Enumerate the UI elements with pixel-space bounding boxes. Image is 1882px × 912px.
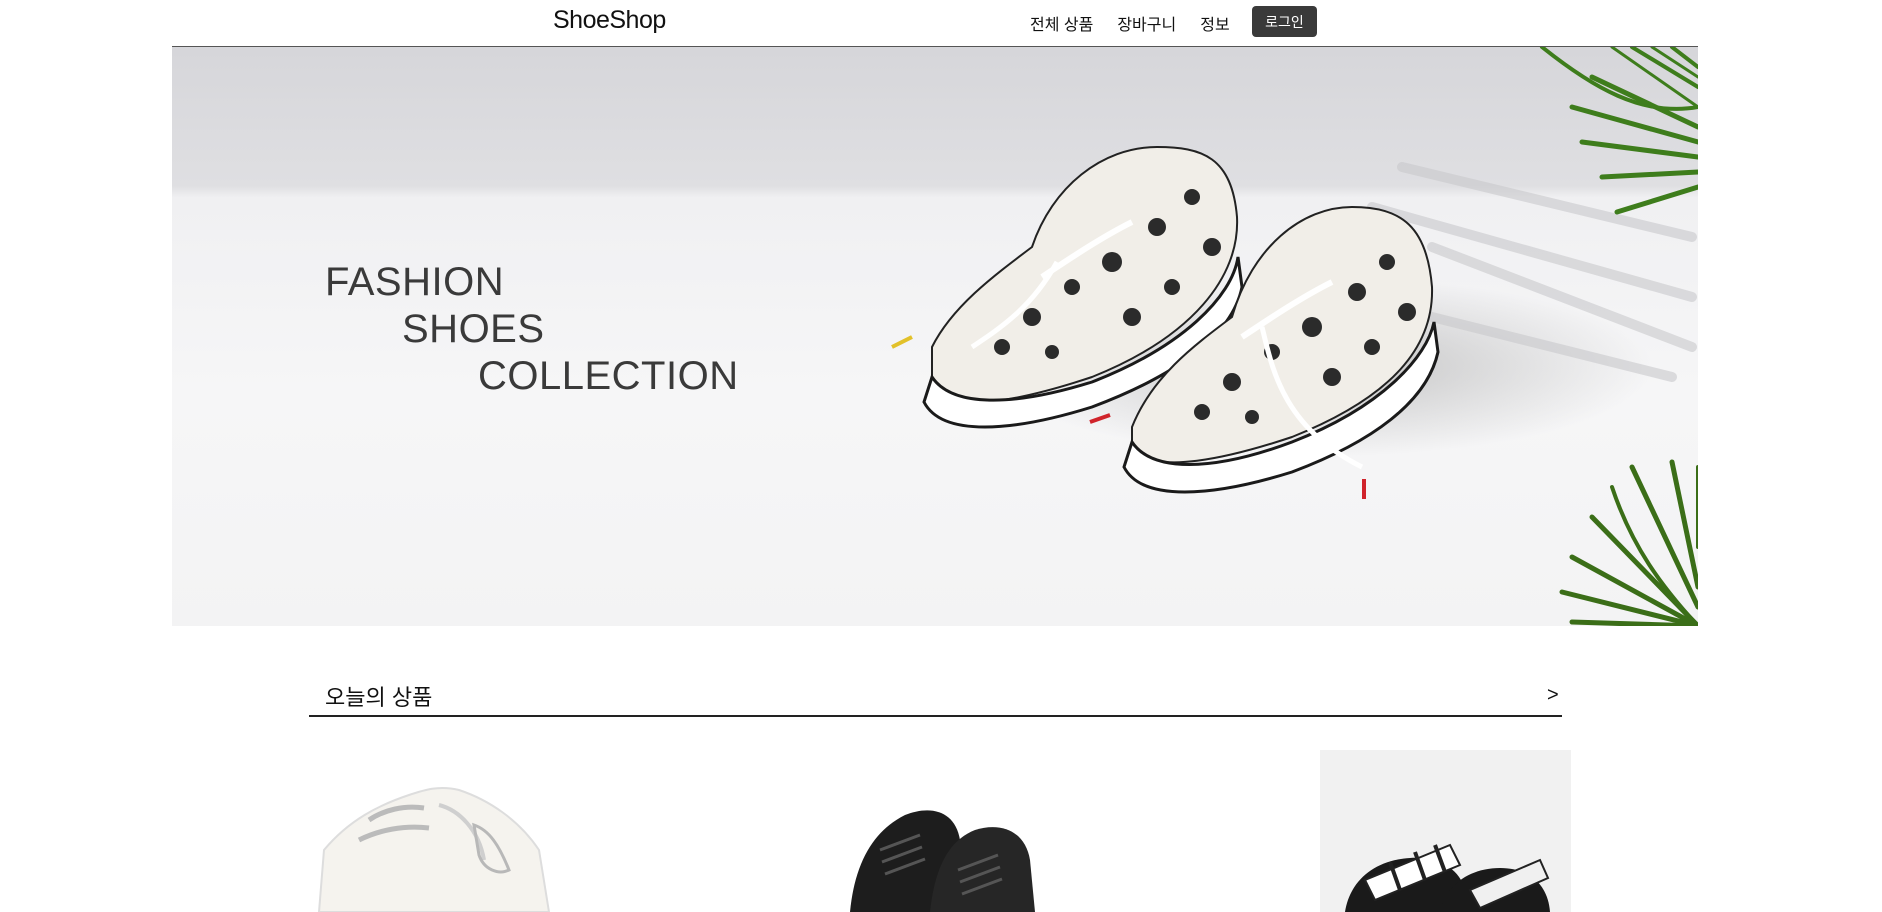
nav-info[interactable]: 정보 [1200, 11, 1229, 35]
slide-sandal-image [1345, 843, 1550, 912]
black-leather-shoe-image [850, 810, 1035, 912]
product-card-3[interactable] [1320, 750, 1571, 912]
hero-image [891, 47, 1698, 626]
main-nav: 전체 상품 장바구니 정보 [1030, 11, 1254, 35]
product-card-2[interactable] [810, 750, 1110, 912]
nav-all-products[interactable]: 전체 상품 [1030, 11, 1093, 35]
today-products-title: 오늘의 상품 [325, 685, 433, 710]
nav-cart[interactable]: 장바구니 [1117, 11, 1176, 35]
login-button[interactable]: 로그인 [1252, 6, 1317, 37]
site-logo[interactable]: ShoeShop [553, 6, 666, 35]
white-sneaker-image [317, 786, 551, 912]
hero-banner: FASHION SHOES COLLECTION [172, 47, 1698, 626]
hero-headline-fashion: FASHION [325, 260, 505, 304]
product-card-1[interactable] [309, 750, 609, 912]
hero-headline-shoes: SHOES [402, 307, 545, 351]
today-products-more-button[interactable]: > [1547, 684, 1559, 707]
hero-headline-collection: COLLECTION [478, 354, 739, 398]
palm-leaf-bottom-icon [1559, 459, 1698, 626]
palm-leaf-top-icon [1540, 47, 1698, 215]
site-header: ShoeShop 전체 상품 장바구니 정보 로그인 [0, 0, 1882, 46]
section-divider [309, 715, 1562, 717]
